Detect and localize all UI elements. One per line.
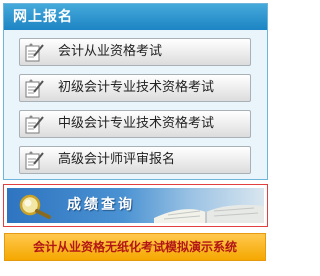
registration-item-senior-accountant-review[interactable]: 高级会计师评审报名	[19, 146, 251, 174]
registration-item-label: 会计从业资格考试	[58, 44, 163, 59]
open-book-icon	[154, 204, 264, 223]
registration-item-label: 中级会计专业技术资格考试	[58, 116, 215, 131]
score-query-button[interactable]: 成绩查询	[7, 188, 264, 223]
registration-item-junior-accounting[interactable]: 初级会计专业技术资格考试	[19, 74, 251, 102]
registration-item-label: 高级会计师评审报名	[58, 152, 176, 167]
form-pen-icon	[25, 79, 44, 98]
panel-title: 网上报名	[4, 4, 267, 30]
form-pen-icon	[25, 115, 44, 134]
registration-item-label: 初级会计专业技术资格考试	[58, 80, 215, 95]
score-query-highlight: 成绩查询	[3, 184, 268, 227]
simulation-system-link[interactable]: 会计从业资格无纸化考试模拟演示系统	[4, 233, 266, 261]
registration-item-intermediate-accounting[interactable]: 中级会计专业技术资格考试	[19, 110, 251, 138]
magnifier-icon	[19, 194, 51, 219]
form-pen-icon	[25, 151, 44, 170]
registration-list: 会计从业资格考试 初级会计专业技术资格考试 中级会计专业技术资格考试 高级会计师…	[4, 30, 267, 180]
online-registration-panel: 网上报名 会计从业资格考试 初级会计专业技术资格考试 中级会计专业技术资格考试 …	[3, 3, 268, 180]
form-pen-icon	[25, 43, 44, 62]
score-query-label: 成绩查询	[67, 197, 135, 213]
registration-item-accounting-qualification[interactable]: 会计从业资格考试	[19, 38, 251, 66]
